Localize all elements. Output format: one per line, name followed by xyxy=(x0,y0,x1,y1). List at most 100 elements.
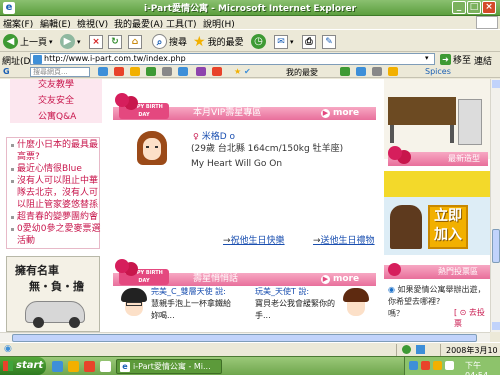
more-arrow-icon[interactable]: ▶ xyxy=(321,275,330,284)
home-button[interactable]: ⌂ xyxy=(128,33,142,50)
back-arrow-icon: ◀ xyxy=(3,34,18,49)
print-button[interactable]: ⎙ xyxy=(302,33,316,50)
tray-msn-icon[interactable] xyxy=(433,361,442,370)
zone-icon xyxy=(402,345,411,354)
send-birthday-gift-label[interactable]: 送他生日禮物 xyxy=(321,236,375,246)
menu-bar: 檔案(F) 編輯(E) 檢視(V) 我的最愛(A) 工具(T) 說明(H) xyxy=(0,16,500,30)
status-separator xyxy=(440,344,441,356)
toolbar-icon-1[interactable] xyxy=(98,67,108,76)
taskbar-task-label: i-Part愛情公寓 - Mi... xyxy=(133,362,211,371)
taskbar-ie-window[interactable]: e i-Part愛情公寓 - Mi... xyxy=(116,359,222,374)
toolbar-icon-4[interactable] xyxy=(146,67,156,76)
minimize-button[interactable]: _ xyxy=(452,1,466,14)
scroll-up-icon[interactable] xyxy=(492,80,500,88)
windows-logo-icon xyxy=(476,16,498,29)
edit-icon: ✎ xyxy=(322,34,336,49)
horizontal-scroll-thumb[interactable] xyxy=(12,334,477,342)
forward-dropdown-icon[interactable]: ▾ xyxy=(77,38,81,46)
refresh-icon: ↻ xyxy=(108,34,122,49)
mail-dropdown-icon[interactable]: ▾ xyxy=(290,38,294,46)
windows-flag-icon xyxy=(3,361,13,371)
address-input[interactable]: http://www.i-part.com.tw/index.php xyxy=(30,53,435,65)
horizontal-scrollbar[interactable] xyxy=(0,332,490,342)
join-now-button[interactable]: 立即加入 xyxy=(428,205,468,249)
back-button[interactable]: ◀ 上一頁 ▾ xyxy=(3,33,53,50)
go-button[interactable]: ➜ 移至 xyxy=(440,53,471,66)
wisher-avatar-2[interactable] xyxy=(343,288,369,320)
address-dropdown-icon[interactable]: ▾ xyxy=(425,54,429,62)
google-favorites-link[interactable]: 我的最愛 xyxy=(286,67,318,78)
news-item-2[interactable]: 最近心情很Blue xyxy=(17,163,82,175)
tray-clock[interactable]: 下午 04:54 xyxy=(465,360,500,375)
google-search-input[interactable]: 搜尋網頁... xyxy=(30,67,90,77)
news-list: 什麼小日本的最具最 高票? 最近心情很Blue 沒有人可以阻止中華 隊去北京，沒… xyxy=(6,137,100,249)
latest-style-title[interactable]: 最新造型 xyxy=(448,153,480,164)
search-icon: ⌕ xyxy=(152,34,167,49)
toolbar-icon-8[interactable] xyxy=(212,67,222,76)
send-birthday-gift-link[interactable]: →送他生日禮物 xyxy=(313,233,375,246)
title-bar: e i-Part愛情公寓 - Microsoft Internet Explor… xyxy=(0,0,500,16)
news-item-5-cont[interactable]: 活動 xyxy=(17,235,35,247)
toolbar-icon-10[interactable] xyxy=(356,67,366,76)
toolbar-icon-5[interactable] xyxy=(162,67,172,76)
vip-member-message: My Heart Will Go On xyxy=(191,159,283,169)
printer-icon: ⎙ xyxy=(302,34,316,49)
close-button[interactable]: × xyxy=(482,1,496,14)
tray-volume-icon[interactable] xyxy=(445,361,454,370)
news-item-1[interactable]: 什麼小日本的最具最 xyxy=(17,139,98,151)
mail-button[interactable]: ✉ ▾ xyxy=(274,33,294,50)
send-birthday-wish-label[interactable]: 祝他生日快樂 xyxy=(231,236,285,246)
news-item-1-cont[interactable]: 高票? xyxy=(17,151,40,163)
news-item-4[interactable]: 超青春的變夢團約會 xyxy=(17,211,98,223)
vertical-scrollbar[interactable] xyxy=(490,79,500,332)
history-button[interactable]: ◷ xyxy=(251,33,266,50)
news-item-3-cont2[interactable]: 以阻止管家婆悠替孫 xyxy=(17,199,98,211)
vote-link[interactable]: [ ⊙ 去投票 xyxy=(454,307,490,329)
stop-button[interactable]: × xyxy=(89,33,103,50)
quick-launch-media-icon[interactable] xyxy=(84,361,95,372)
forward-button[interactable]: ▶ ▾ xyxy=(60,33,81,50)
send-birthday-wish-link[interactable]: →祝他生日快樂 xyxy=(223,233,285,246)
car-ad-banner[interactable]: 擁有名車 無‧負‧擔 xyxy=(6,256,100,332)
tray-security-icon[interactable] xyxy=(421,361,430,370)
wisher-name-1[interactable]: 完美_C_雙層天使 說: xyxy=(151,286,231,298)
vip-member-avatar[interactable] xyxy=(135,131,169,169)
link-faq[interactable]: 公寓Q&A xyxy=(38,109,76,122)
toolbar-icon-3[interactable] xyxy=(130,67,140,76)
search-button[interactable]: ⌕ 搜尋 xyxy=(152,33,187,50)
toolbar-icon-2[interactable] xyxy=(114,67,124,76)
desk-image xyxy=(388,97,456,125)
edit-button[interactable]: ✎ xyxy=(322,33,336,50)
wisher-name-2[interactable]: 玩美_天使T 說: xyxy=(255,286,335,298)
back-dropdown-icon[interactable]: ▾ xyxy=(49,38,53,46)
join-now-ad[interactable]: 立即加入 xyxy=(384,171,490,255)
wish-more-link[interactable]: more xyxy=(333,273,359,286)
toolbar-icon-6[interactable] xyxy=(178,67,188,76)
start-button[interactable]: start xyxy=(0,357,46,375)
news-item-5[interactable]: 0愛幼0參之愛麥票選 xyxy=(17,223,100,235)
wisher-avatar-1[interactable] xyxy=(121,288,147,320)
news-item-3[interactable]: 沒有人可以阻止中華 xyxy=(17,175,98,187)
quick-launch-ie-icon[interactable] xyxy=(52,361,63,372)
link-dating-safety[interactable]: 交友安全 xyxy=(38,93,74,106)
vertical-scroll-thumb[interactable] xyxy=(492,229,500,263)
maximize-button[interactable]: □ xyxy=(467,1,481,14)
favorites-button[interactable]: ★ 我的最愛 xyxy=(193,33,244,50)
more-arrow-icon[interactable]: ▶ xyxy=(321,109,330,118)
spices-link[interactable]: Spices xyxy=(425,67,451,76)
bullet-icon xyxy=(11,144,14,147)
link-dating-tutorial[interactable]: 交友教學 xyxy=(38,79,74,90)
news-item-3-cont[interactable]: 隊去北京，沒有人可 xyxy=(17,187,98,199)
toolbar-icon-11[interactable] xyxy=(372,67,382,76)
left-column: 交友教學 交友安全 公寓Q&A 什麼小日本的最具最 高票? 最近心情很Blue … xyxy=(0,79,107,332)
toolbar-icon-7[interactable] xyxy=(196,67,206,76)
toolbar-icon-9[interactable] xyxy=(340,67,350,76)
page-viewport: 交友教學 交友安全 公寓Q&A 什麼小日本的最具最 高票? 最近心情很Blue … xyxy=(0,79,490,332)
toolbar-icon-12[interactable] xyxy=(388,67,398,76)
tray-network-icon[interactable] xyxy=(409,361,418,370)
vip-more-link[interactable]: more xyxy=(333,107,359,120)
scroll-down-icon[interactable] xyxy=(492,322,500,330)
quick-launch-folder-icon[interactable] xyxy=(68,361,79,372)
quick-launch-desktop-icon[interactable] xyxy=(100,361,111,372)
refresh-button[interactable]: ↻ xyxy=(108,33,122,50)
